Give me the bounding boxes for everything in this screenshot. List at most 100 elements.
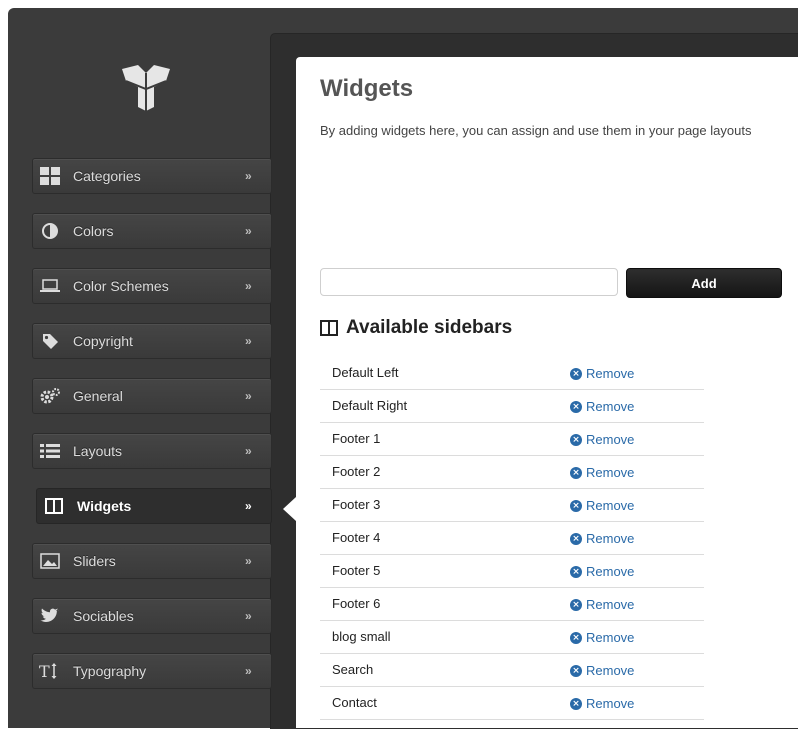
sidebar-name: Contact <box>332 695 377 710</box>
remove-icon: × <box>570 598 582 611</box>
sidebar-item-colors[interactable]: Colors » <box>32 213 272 249</box>
sidebar-name: Footer 2 <box>332 464 381 479</box>
remove-label: Remove <box>586 597 635 613</box>
actions-cell: × Remove <box>570 554 704 587</box>
sidebar-item-layouts[interactable]: Layouts » <box>32 433 272 469</box>
table-row: Default Right × Remove <box>320 389 704 422</box>
actions-cell: × Remove <box>570 488 704 521</box>
actions-cell: × Remove <box>570 455 704 488</box>
remove-link[interactable]: × Remove <box>570 432 634 447</box>
sidebar-item-label: Widgets <box>77 498 132 514</box>
remove-link[interactable]: × Remove <box>570 465 634 480</box>
remove-icon: × <box>570 433 582 446</box>
remove-label: Remove <box>586 399 635 415</box>
sidebar-item-label: General <box>73 388 123 404</box>
available-sidebars-heading: Available sidebars <box>320 317 512 339</box>
sidebar-name: Footer 3 <box>332 497 381 512</box>
remove-label: Remove <box>586 564 635 580</box>
remove-icon: × <box>570 466 582 479</box>
sidebar-item-copyright[interactable]: Copyright » <box>32 323 272 359</box>
actions-cell: × Remove <box>570 389 704 422</box>
table-row: Default Left × Remove <box>320 356 704 389</box>
twitter-icon <box>39 605 61 627</box>
active-pointer <box>283 497 296 521</box>
sidebar-item-sliders[interactable]: Sliders » <box>32 543 272 579</box>
remove-label: Remove <box>586 465 635 481</box>
laptop-icon <box>39 275 61 297</box>
sidebar-item-widgets[interactable]: Widgets » <box>36 488 272 524</box>
actions-cell: × Remove <box>570 587 704 620</box>
table-row: Footer 1 × Remove <box>320 422 704 455</box>
sidebar-item-color-schemes[interactable]: Color Schemes » <box>32 268 272 304</box>
sidebar-name: Search <box>332 662 374 677</box>
remove-link[interactable]: × Remove <box>570 498 634 513</box>
chevron-right-icon: » <box>245 554 252 568</box>
sidebar-name: Footer 5 <box>332 563 381 578</box>
remove-icon: × <box>570 532 582 545</box>
remove-link[interactable]: × Remove <box>570 663 634 678</box>
remove-label: Remove <box>586 696 635 712</box>
sidebar-name-input[interactable] <box>320 268 618 296</box>
section-title-label: Available sidebars <box>346 317 513 338</box>
sidebar-name: Default Left <box>332 364 399 380</box>
sidebar-item-label: Sociables <box>73 608 134 624</box>
sidebar-item-sociables[interactable]: Sociables » <box>32 598 272 634</box>
picture-icon <box>39 550 61 572</box>
columns-icon <box>320 318 340 338</box>
remove-link[interactable]: × Remove <box>570 366 634 381</box>
table-row: Contact × Remove <box>320 686 704 719</box>
table-row: blog small × Remove <box>320 620 704 653</box>
actions-cell: × Remove <box>570 521 704 554</box>
remove-icon: × <box>570 664 582 677</box>
add-button[interactable]: Add <box>626 268 782 298</box>
remove-link[interactable]: × Remove <box>570 696 634 711</box>
columns-icon <box>43 495 65 517</box>
sidebar-name: Footer 1 <box>332 431 381 446</box>
table-row: Footer 4 × Remove <box>320 521 704 554</box>
remove-link[interactable]: × Remove <box>570 531 634 546</box>
sidebar-item-label: Colors <box>73 223 114 239</box>
sidebar-item-general[interactable]: General » <box>32 378 272 414</box>
chevron-right-icon: » <box>245 169 252 183</box>
sidebar-name: blog small <box>332 629 391 644</box>
sidebar-name: Footer 4 <box>332 530 381 545</box>
chevron-right-icon: » <box>245 334 252 348</box>
remove-icon: × <box>570 565 582 578</box>
sidebar-item-label: Color Schemes <box>73 278 169 294</box>
chevron-right-icon: » <box>245 279 252 293</box>
sidebar-name: Default Right <box>332 398 408 413</box>
logo-icon <box>122 65 170 111</box>
remove-label: Remove <box>586 630 635 646</box>
table-row: Footer 6 × Remove <box>320 587 704 620</box>
chevron-right-icon: » <box>245 389 252 403</box>
remove-link[interactable]: × Remove <box>570 564 634 579</box>
main-panel: Widgets By adding widgets here, you can … <box>296 57 798 728</box>
remove-label: Remove <box>586 663 635 679</box>
actions-cell: × Remove <box>570 356 704 389</box>
remove-label: Remove <box>586 432 635 448</box>
sidebar-name: Footer 6 <box>332 596 381 611</box>
text-height-icon: T <box>39 660 61 682</box>
sidebar-item-categories[interactable]: Categories » <box>32 158 272 194</box>
actions-cell: × Remove <box>570 422 704 455</box>
tag-icon <box>39 330 61 352</box>
remove-link[interactable]: × Remove <box>570 597 634 612</box>
remove-link[interactable]: × Remove <box>570 630 634 645</box>
page-title: Widgets <box>320 75 414 102</box>
chevron-right-icon: » <box>245 444 252 458</box>
sidebar-item-typography[interactable]: T Typography » <box>32 653 272 689</box>
table-row: Footer 5 × Remove <box>320 554 704 587</box>
contrast-icon <box>39 220 61 242</box>
chevron-right-icon: » <box>245 664 252 678</box>
remove-label: Remove <box>586 531 635 547</box>
chevron-right-icon: » <box>245 609 252 623</box>
table-row: Search × Remove <box>320 653 704 686</box>
remove-icon: × <box>570 697 582 710</box>
svg-text:T: T <box>39 662 50 680</box>
remove-icon: × <box>570 367 582 380</box>
actions-cell: × Remove <box>570 653 704 686</box>
table-row: Footer 2 × Remove <box>320 455 704 488</box>
remove-link[interactable]: × Remove <box>570 399 634 414</box>
grid-icon <box>39 165 61 187</box>
page-description: By adding widgets here, you can assign a… <box>320 123 752 138</box>
